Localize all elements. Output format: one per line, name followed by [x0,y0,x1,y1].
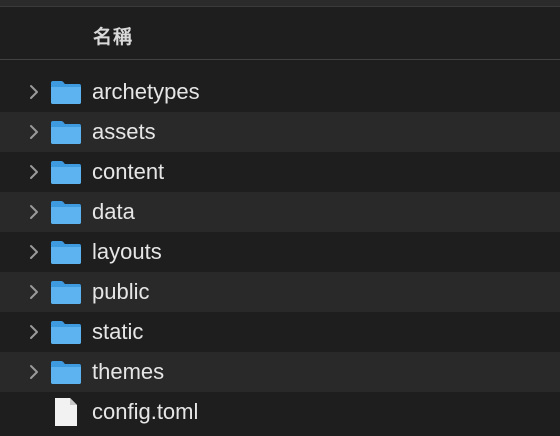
list-item-config-toml[interactable]: config.toml [0,392,560,432]
folder-icon [51,81,81,104]
chevron-right-icon[interactable] [24,122,44,142]
item-name: themes [92,359,165,384]
list-item-layouts[interactable]: layouts [0,232,560,272]
chevron-right-icon[interactable] [24,162,44,182]
file-list: archetypes assets content data layouts p… [0,72,560,432]
list-item-assets[interactable]: assets [0,112,560,152]
chevron-right-icon[interactable] [24,322,44,342]
chevron-right-icon[interactable] [24,362,44,382]
folder-icon [51,281,81,304]
folder-icon [51,321,81,344]
list-item-content[interactable]: content [0,152,560,192]
folder-icon [51,121,81,144]
chevron-right-icon[interactable] [24,82,44,102]
item-name: layouts [92,239,162,264]
folder-icon [51,241,81,264]
list-item-themes[interactable]: themes [0,352,560,392]
list-item-public[interactable]: public [0,272,560,312]
item-name: data [92,199,135,224]
list-item-data[interactable]: data [0,192,560,232]
item-name: archetypes [92,79,200,104]
item-name: config.toml [92,399,199,424]
item-name: static [92,319,144,344]
column-header-name[interactable]: 名稱 [93,22,133,49]
finder-list-view: 名稱 archetypes assets content data layout… [0,0,560,436]
folder-icon [51,361,81,384]
window-top-edge [0,0,560,7]
list-item-static[interactable]: static [0,312,560,352]
item-name: public [92,279,150,304]
item-name: assets [92,119,156,144]
folder-icon [51,161,81,184]
chevron-right-icon[interactable] [24,242,44,262]
list-item-archetypes[interactable]: archetypes [0,72,560,112]
column-header-row: 名稱 [0,7,560,60]
item-name: content [92,159,165,184]
chevron-right-icon[interactable] [24,282,44,302]
document-icon [55,398,77,426]
folder-icon [51,201,81,224]
chevron-right-icon[interactable] [24,202,44,222]
